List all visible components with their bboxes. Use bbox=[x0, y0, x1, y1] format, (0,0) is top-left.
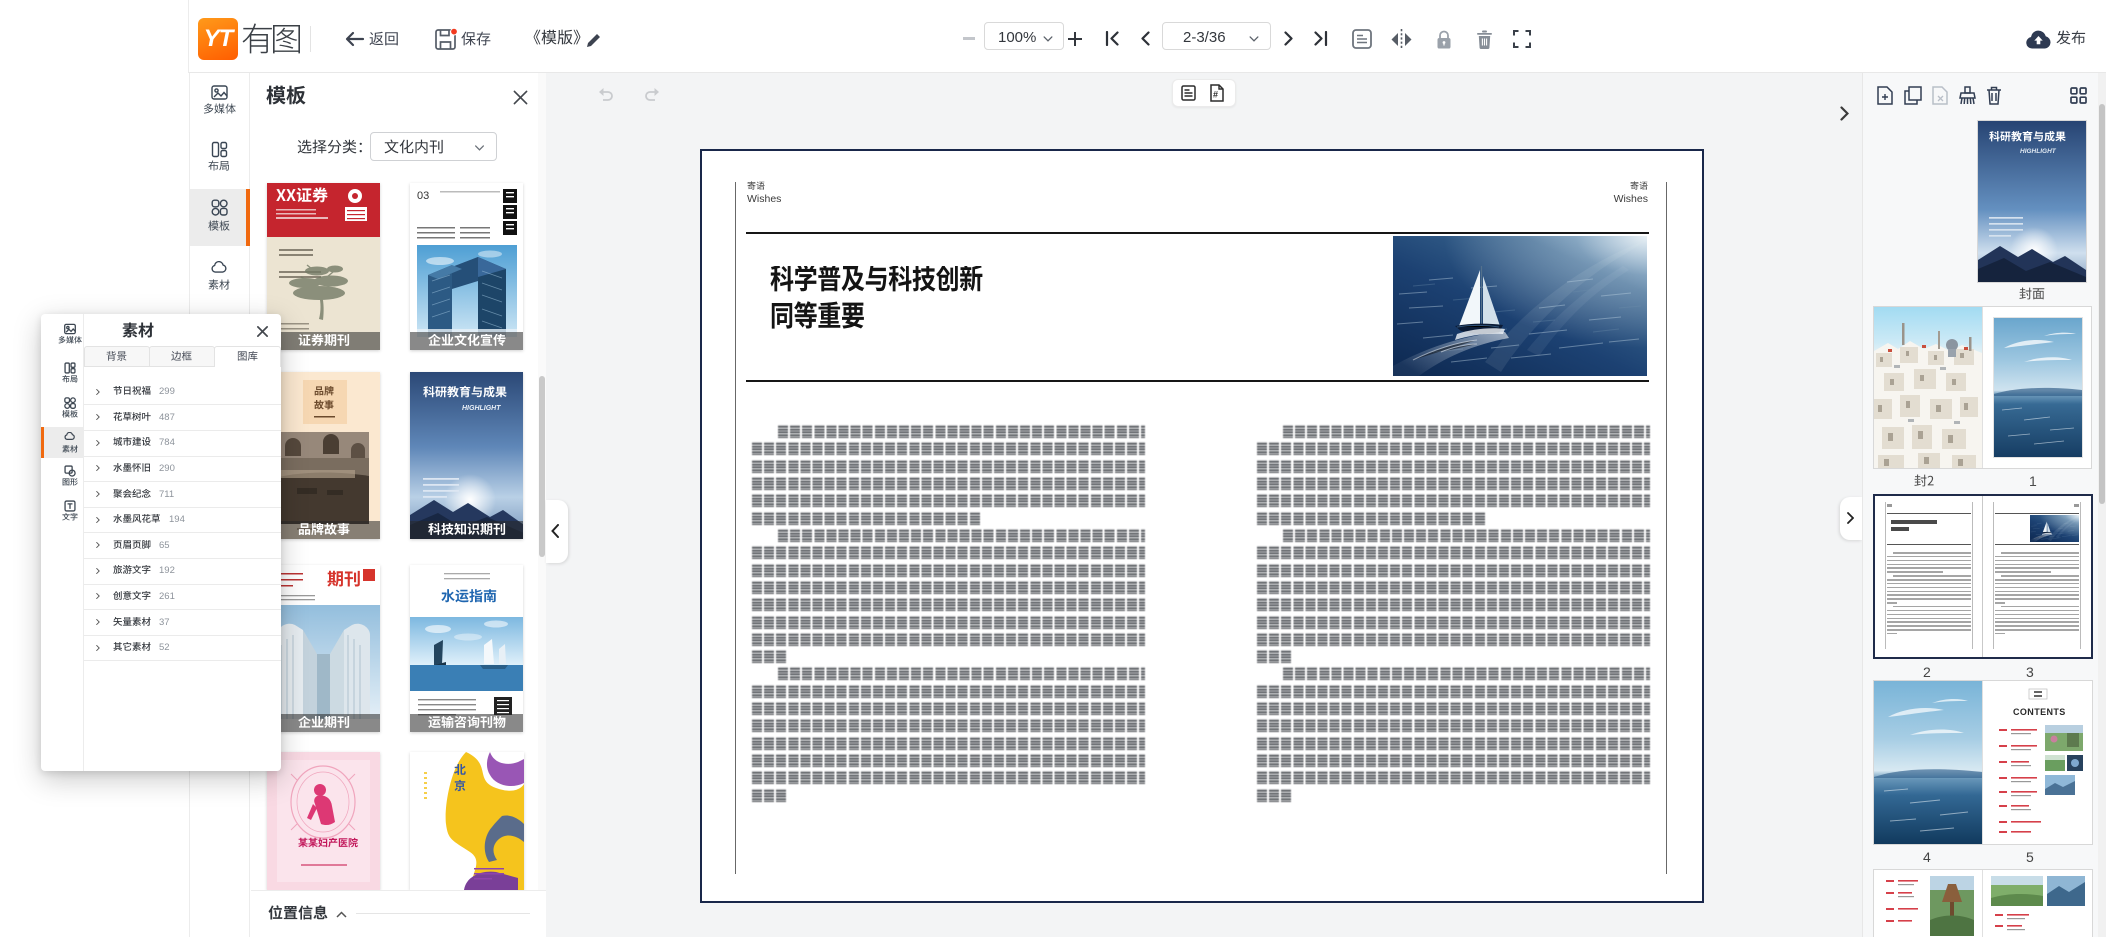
svg-text:HIGHLIGHT: HIGHLIGHT bbox=[2020, 148, 2057, 155]
svg-text:CONTENTS: CONTENTS bbox=[2013, 707, 2066, 717]
svg-text:#: # bbox=[1213, 90, 1218, 100]
svg-text:HIGHLIGHT: HIGHLIGHT bbox=[462, 405, 501, 412]
svg-text:03: 03 bbox=[417, 190, 429, 202]
